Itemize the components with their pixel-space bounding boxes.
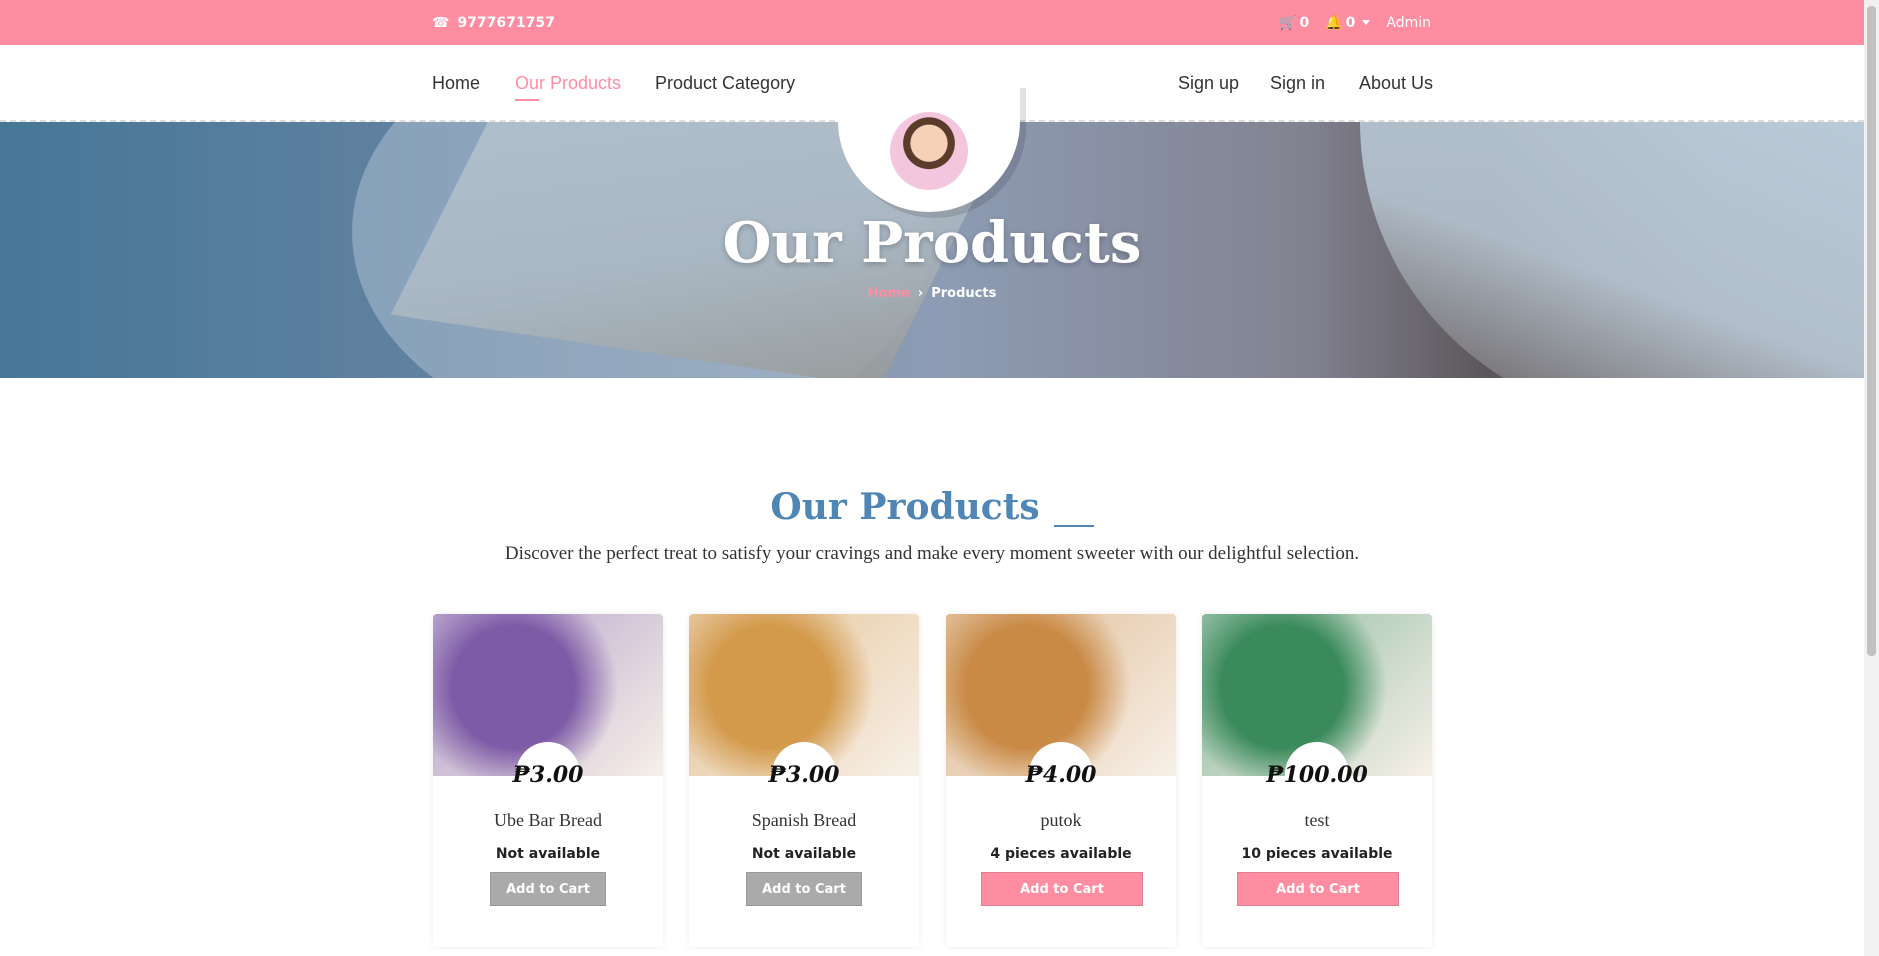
- product-card: ₱4.00 putok 4 pieces available Add to Cart: [946, 614, 1176, 947]
- nav-home[interactable]: Home: [432, 73, 480, 94]
- top-bar: ☎ 9777671757 🛒 0 🔔 0 Admin: [0, 0, 1864, 45]
- product-availability: 10 pieces available: [1241, 846, 1393, 862]
- nav-our-products[interactable]: Our Products: [515, 73, 621, 101]
- product-availability: Not available: [495, 846, 601, 862]
- notification-button[interactable]: 🔔 0: [1325, 14, 1371, 31]
- add-to-cart-button[interactable]: Add to Cart: [981, 872, 1143, 906]
- add-to-cart-button[interactable]: Add to Cart: [1237, 872, 1399, 906]
- breadcrumb-home[interactable]: Home: [868, 286, 910, 301]
- nav-sign-in[interactable]: Sign in: [1270, 73, 1325, 94]
- section-title-text: Our Products: [770, 486, 1040, 528]
- product-name[interactable]: test: [1202, 810, 1432, 831]
- notification-count: 0: [1345, 14, 1356, 31]
- section-subtitle: Discover the perfect treat to satisfy yo…: [504, 543, 1360, 564]
- product-price: ₱100.00: [1266, 762, 1368, 788]
- nav-sign-up[interactable]: Sign up: [1178, 73, 1239, 94]
- product-price: ₱4.00: [1025, 762, 1097, 788]
- caret-down-icon: [1362, 20, 1371, 25]
- breadcrumb: Home › Products: [0, 286, 1864, 301]
- product-name[interactable]: Ube Bar Bread: [433, 810, 663, 831]
- section-title: Our Products: [0, 486, 1864, 528]
- product-price: ₱3.00: [768, 762, 840, 788]
- product-availability: 4 pieces available: [990, 846, 1132, 862]
- phone-number: 9777671757: [457, 14, 555, 31]
- add-to-cart-button[interactable]: Add to Cart: [490, 872, 606, 906]
- cart-button[interactable]: 🛒 0: [1279, 15, 1309, 31]
- admin-link[interactable]: Admin: [1386, 15, 1431, 31]
- product-card: ₱100.00 test 10 pieces available Add to Car…: [1202, 614, 1432, 947]
- product-name[interactable]: Spanish Bread: [689, 810, 919, 831]
- bell-icon: 🔔: [1325, 14, 1343, 31]
- baker-logo-icon: [890, 112, 968, 190]
- cart-count: 0: [1299, 14, 1310, 31]
- nav-about-us[interactable]: About Us: [1359, 73, 1433, 94]
- product-price: ₱3.00: [512, 762, 584, 788]
- phone-icon: ☎: [432, 14, 450, 31]
- breadcrumb-current: Products: [931, 286, 997, 301]
- scrollbar[interactable]: [1864, 0, 1879, 956]
- phone-contact: ☎ 9777671757: [432, 0, 555, 45]
- title-underline: [1053, 525, 1094, 527]
- scrollbar-thumb[interactable]: [1867, 6, 1876, 656]
- product-card: ₱3.00 Spanish Bread Not available Add to Ca…: [689, 614, 919, 947]
- hero-title: Our Products: [722, 210, 1142, 276]
- product-availability: Not available: [751, 846, 857, 862]
- cart-icon: 🛒: [1279, 14, 1297, 31]
- product-card: ₱3.00 Ube Bar Bread Not available Add to Ca…: [433, 614, 663, 947]
- chevron-right-icon: ›: [917, 286, 924, 301]
- product-name[interactable]: putok: [946, 810, 1176, 831]
- top-right-controls: 🛒 0 🔔 0 Admin: [1279, 0, 1431, 45]
- add-to-cart-button[interactable]: Add to Cart: [746, 872, 862, 906]
- nav-product-category[interactable]: Product Category: [655, 73, 795, 94]
